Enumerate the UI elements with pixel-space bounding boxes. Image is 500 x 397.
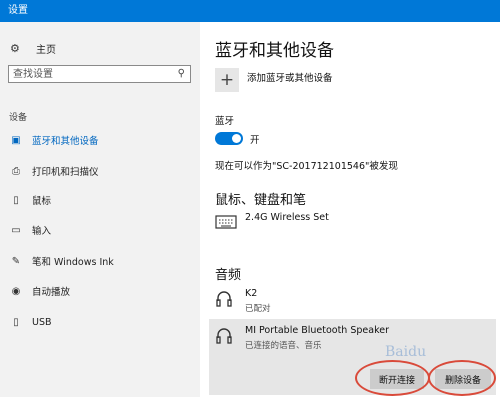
home-label: 主页 bbox=[36, 44, 56, 56]
sidebar-item-autoplay[interactable]: ◉ 自动播放 bbox=[0, 281, 200, 301]
main-content: 蓝牙和其他设备 + 添加蓝牙或其他设备 蓝牙 开 现在可以作为"SC-20171… bbox=[200, 22, 500, 397]
sidebar-item-label: 输入 bbox=[32, 226, 52, 237]
bluetooth-label: 蓝牙 bbox=[215, 116, 235, 127]
sidebar-item-usb[interactable]: ▯ USB bbox=[0, 312, 200, 332]
autoplay-icon: ◉ bbox=[11, 285, 21, 297]
sidebar-item-label: 打印机和扫描仪 bbox=[32, 167, 99, 178]
watermark-text: Baidu bbox=[385, 344, 427, 360]
add-device-button[interactable]: + bbox=[215, 68, 239, 92]
sidebar-item-printers[interactable]: ⎙ 打印机和扫描仪 bbox=[0, 161, 200, 181]
plus-icon: + bbox=[219, 70, 235, 90]
sidebar-item-label: 蓝牙和其他设备 bbox=[32, 136, 99, 147]
section-label: 设备 bbox=[9, 113, 28, 123]
pen-icon: ✎ bbox=[11, 255, 21, 267]
bluetooth-toggle-state: 开 bbox=[250, 135, 260, 146]
search-box[interactable]: ⚲ bbox=[8, 65, 191, 83]
gear-icon: ⚙ bbox=[10, 41, 20, 55]
sidebar-item-label: USB bbox=[32, 316, 52, 328]
device-k2[interactable]: K2 已配对 bbox=[215, 288, 465, 316]
sidebar-item-pen[interactable]: ✎ 笔和 Windows Ink bbox=[0, 251, 200, 271]
home-link[interactable]: ⚙ 主页 bbox=[10, 40, 56, 56]
toggle-knob bbox=[232, 134, 241, 143]
search-input[interactable] bbox=[13, 67, 173, 81]
bluetooth-devices-icon: ▣ bbox=[11, 134, 21, 146]
headphones-icon bbox=[215, 327, 237, 345]
device-status: 已配对 bbox=[245, 304, 271, 314]
keyboard-icon bbox=[215, 214, 237, 232]
baidu-watermark: Baidu bbox=[385, 344, 495, 388]
sidebar-item-label: 笔和 Windows Ink bbox=[32, 257, 114, 268]
headphones-icon bbox=[215, 290, 237, 308]
add-device-label[interactable]: 添加蓝牙或其他设备 bbox=[247, 70, 333, 84]
page-title: 蓝牙和其他设备 bbox=[215, 41, 334, 61]
search-icon[interactable]: ⚲ bbox=[178, 68, 185, 79]
title-bar: 设置 bbox=[0, 0, 500, 22]
bluetooth-toggle[interactable] bbox=[215, 132, 243, 145]
printer-icon: ⎙ bbox=[12, 165, 20, 177]
sidebar-item-bluetooth[interactable]: ▣ 蓝牙和其他设备 bbox=[0, 130, 200, 150]
device-name: K2 bbox=[245, 288, 258, 299]
keyboard-icon: ▭ bbox=[11, 224, 21, 236]
mouse-keyboard-section-title: 鼠标、键盘和笔 bbox=[215, 193, 307, 208]
mouse-icon: ▯ bbox=[13, 194, 19, 206]
sidebar-item-typing[interactable]: ▭ 输入 bbox=[0, 220, 200, 240]
sidebar-item-label: 自动播放 bbox=[32, 287, 71, 298]
device-status: 已连接的语音、音乐 bbox=[245, 341, 322, 351]
sidebar: ⚙ 主页 ⚲ 设备 ▣ 蓝牙和其他设备 ⎙ 打印机和扫描仪 ▯ 鼠标 ▭ 输入 … bbox=[0, 22, 200, 397]
device-name: MI Portable Bluetooth Speaker bbox=[245, 325, 389, 336]
audio-section-title: 音频 bbox=[215, 268, 242, 283]
discoverable-text: 现在可以作为"SC-201712101546"被发现 bbox=[215, 161, 398, 172]
device-2-4g-wireless-set[interactable]: 2.4G Wireless Set bbox=[215, 212, 415, 234]
usb-icon: ▯ bbox=[13, 316, 19, 328]
sidebar-item-mouse[interactable]: ▯ 鼠标 bbox=[0, 190, 200, 210]
window-title: 设置 bbox=[8, 5, 28, 16]
sidebar-item-label: 鼠标 bbox=[32, 196, 52, 207]
device-name: 2.4G Wireless Set bbox=[245, 212, 329, 223]
